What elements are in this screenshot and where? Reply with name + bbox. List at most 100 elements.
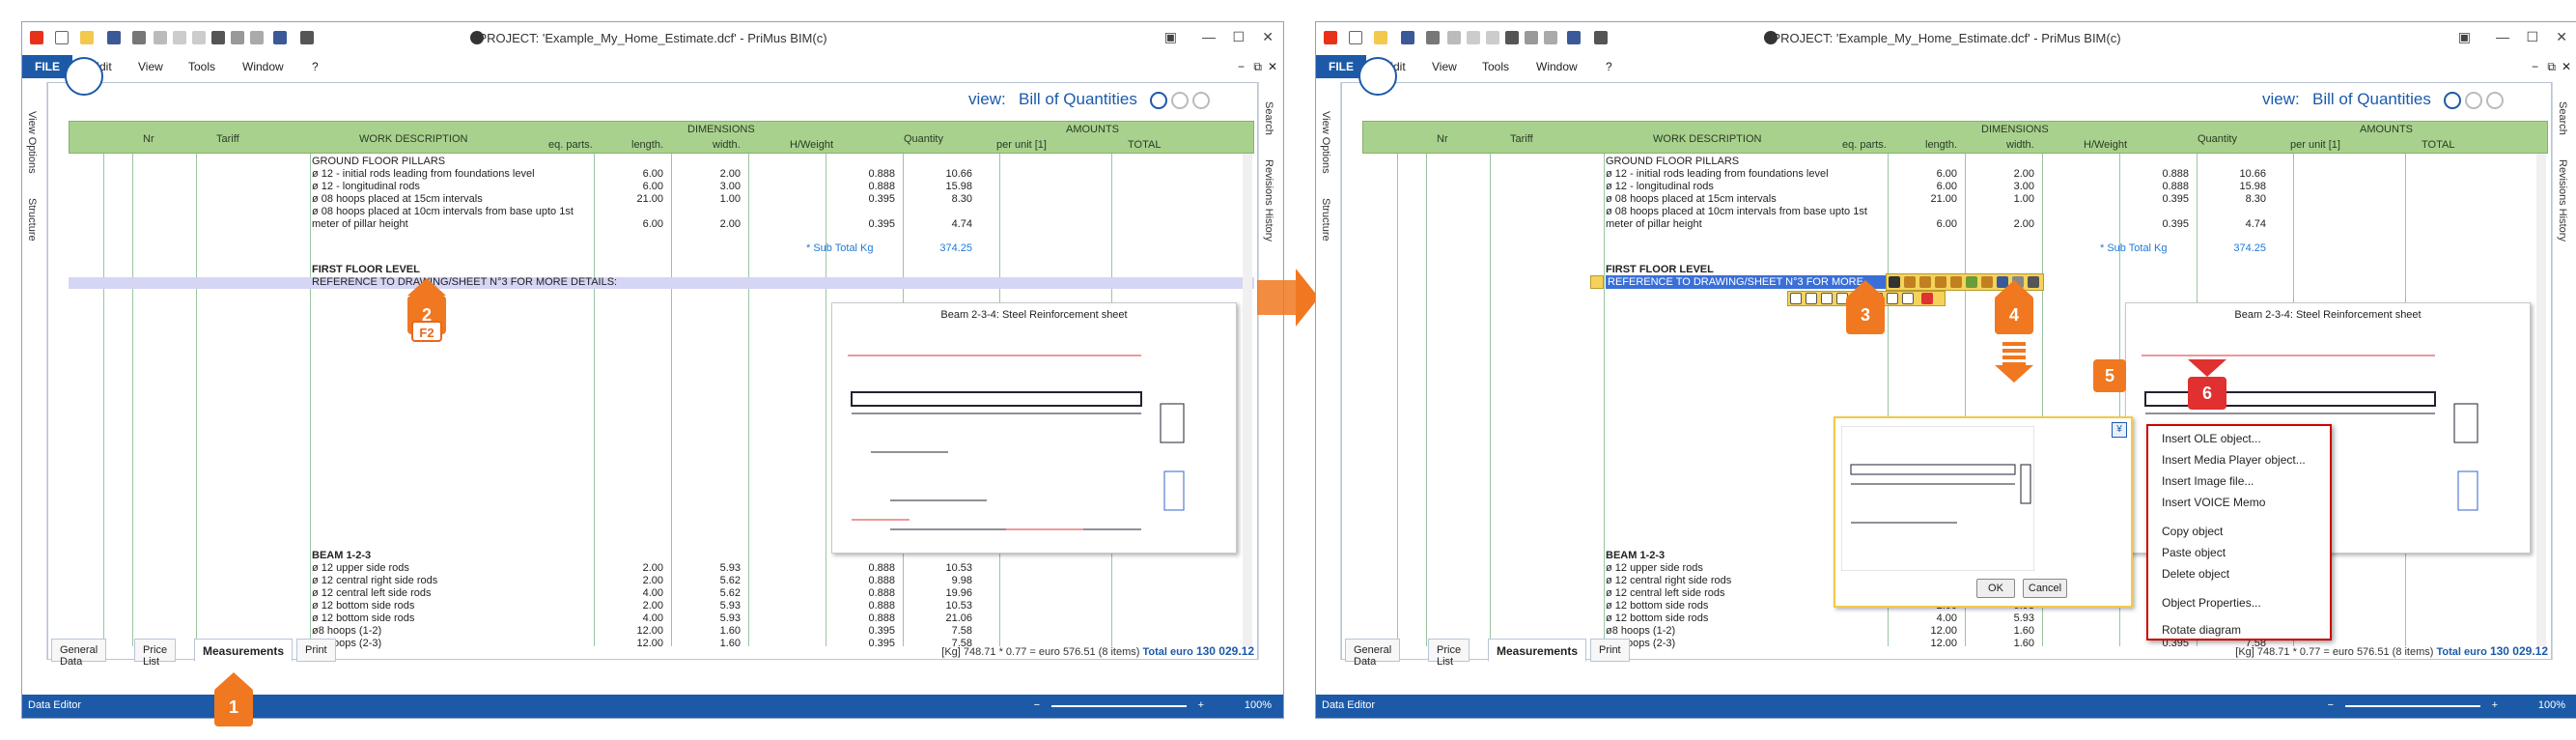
row-hw[interactable]: 0.888	[841, 587, 895, 600]
menu-view[interactable]: View	[138, 60, 163, 73]
menu-object-properties[interactable]: Object Properties...	[2162, 596, 2261, 610]
row-hw[interactable]: 0.395	[841, 638, 895, 650]
minimize-icon[interactable]: —	[2496, 29, 2509, 44]
zoom-slider[interactable]	[1051, 705, 1187, 707]
row-eq[interactable]: 2.00	[609, 562, 663, 575]
row-hw[interactable]: 0.888	[841, 612, 895, 625]
beam-heading[interactable]: BEAM 1-2-3	[1606, 550, 1665, 562]
row-hw[interactable]: 0.888	[2135, 181, 2189, 193]
menu-copy-object[interactable]: Copy object	[2162, 525, 2223, 538]
menu-rotate-diagram[interactable]: Rotate diagram	[2162, 623, 2241, 637]
structure-tab[interactable]: Structure	[26, 198, 38, 242]
tab-price-list[interactable]: Price List	[134, 639, 177, 668]
structure-tab[interactable]: Structure	[1320, 198, 1331, 242]
row-eq[interactable]: 2.00	[609, 600, 663, 612]
row-desc[interactable]: ø 12 bottom side rods	[1606, 600, 1708, 612]
maximize-icon[interactable]: ☐	[2526, 29, 2538, 45]
bookmark-icon[interactable]	[1981, 276, 1993, 288]
book-icon[interactable]	[1358, 57, 1397, 96]
row-len[interactable]: 1.00	[686, 193, 741, 206]
view-lock-icon[interactable]	[2465, 92, 2482, 109]
row-eq[interactable]: 6.00	[609, 218, 663, 231]
row-desc[interactable]: ø 12 central left side rods	[1606, 587, 1725, 600]
row-eq[interactable]: 12.00	[1903, 638, 1957, 650]
row-desc[interactable]: GROUND FLOOR PILLARS	[312, 156, 445, 168]
row-eq[interactable]: 12.00	[609, 638, 663, 650]
row-hw[interactable]: 0.888	[841, 562, 895, 575]
row-desc[interactable]: meter of pillar height	[312, 218, 408, 231]
row-hw[interactable]: 0.395	[841, 625, 895, 638]
image-file-icon[interactable]	[1935, 276, 1946, 288]
row-eq[interactable]: 4.00	[609, 587, 663, 600]
row-eq[interactable]: 6.00	[1903, 218, 1957, 231]
tab-price-list[interactable]: Price List	[1428, 639, 1470, 668]
zoom-out-button[interactable]: −	[2328, 699, 2334, 711]
menu-insert-media-player[interactable]: Insert Media Player object...	[2162, 453, 2306, 467]
doc-minimize-icon[interactable]: −	[1238, 60, 1245, 73]
row-desc[interactable]: ø 12 bottom side rods	[312, 612, 414, 625]
row-eq[interactable]: 21.00	[1903, 193, 1957, 206]
menu-help[interactable]: ?	[1606, 60, 1612, 73]
zoom-slider[interactable]	[2345, 705, 2480, 707]
menu-window[interactable]: Window	[242, 60, 284, 73]
expand-menu-icon[interactable]: ¥	[2112, 422, 2127, 438]
row-eq[interactable]: 4.00	[1903, 612, 1957, 625]
row-len[interactable]: 3.00	[1980, 181, 2034, 193]
selected-row-highlight[interactable]	[69, 277, 1254, 289]
voice-memo-icon[interactable]	[1950, 276, 1962, 288]
beam-heading[interactable]: BEAM 1-2-3	[312, 550, 371, 562]
row-desc[interactable]: GROUND FLOOR PILLARS	[1606, 156, 1739, 168]
row-hw[interactable]: 0.395	[2135, 193, 2189, 206]
tab-general-data[interactable]: General Data	[51, 639, 107, 668]
vertical-scrollbar[interactable]	[2536, 154, 2546, 646]
row-len[interactable]: 5.93	[1980, 612, 2034, 625]
row-len[interactable]: 2.00	[686, 168, 741, 181]
row-desc[interactable]: ø 12 upper side rods	[312, 562, 409, 575]
row-desc[interactable]: ø 08 hoops placed at 15cm intervals	[312, 193, 483, 206]
tab-measurements[interactable]: Measurements	[194, 639, 294, 662]
book-icon[interactable]	[65, 57, 103, 96]
tab-measurements[interactable]: Measurements	[1488, 639, 1587, 662]
row-len[interactable]: 5.62	[686, 587, 741, 600]
menu-delete-object[interactable]: Delete object	[2162, 567, 2229, 581]
row-len[interactable]: 2.00	[686, 218, 741, 231]
menu-insert-voice-memo[interactable]: Insert VOICE Memo	[2162, 496, 2265, 509]
view-close-icon[interactable]	[2486, 92, 2504, 109]
revisions-history-tab[interactable]: Revisions History	[1263, 159, 1274, 242]
row-desc[interactable]: ø 12 central right side rods	[1606, 575, 1731, 587]
row-len[interactable]: 2.00	[1980, 218, 2034, 231]
ok-button[interactable]: OK	[1976, 579, 2015, 598]
row-eq[interactable]: 6.00	[609, 168, 663, 181]
view-eye-icon[interactable]	[2444, 92, 2461, 109]
search-tab[interactable]: Search	[2557, 101, 2568, 135]
view-lock-icon[interactable]	[1171, 92, 1189, 109]
ole-object-icon[interactable]	[1904, 276, 1916, 288]
row-hw[interactable]: 0.395	[2135, 218, 2189, 231]
row-desc[interactable]: ø 12 - longitudinal rods	[1606, 181, 1714, 193]
doc-close-icon[interactable]: ✕	[1268, 60, 1277, 73]
row-hw[interactable]: 0.888	[841, 600, 895, 612]
row-len[interactable]: 1.00	[1980, 193, 2034, 206]
search-tab[interactable]: Search	[1263, 101, 1274, 135]
row-len[interactable]: 5.93	[686, 562, 741, 575]
row-len[interactable]: 2.00	[1980, 168, 2034, 181]
maximize-icon[interactable]: ☐	[1232, 29, 1245, 45]
menu-help[interactable]: ?	[312, 60, 319, 73]
menu-insert-ole[interactable]: Insert OLE object...	[2162, 432, 2261, 445]
view-options-tab[interactable]: View Options	[1320, 111, 1331, 174]
close-icon[interactable]: ✕	[1262, 29, 1274, 45]
row-len[interactable]: 3.00	[686, 181, 741, 193]
row-desc[interactable]: ø 08 hoops placed at 10cm intervals from…	[1606, 206, 1867, 218]
cancel-button[interactable]: Cancel	[2023, 579, 2067, 598]
row-hw[interactable]: 0.395	[841, 218, 895, 231]
menu-window[interactable]: Window	[1536, 60, 1578, 73]
tab-print[interactable]: Print	[1590, 639, 1630, 662]
row-desc[interactable]: ø 12 bottom side rods	[312, 600, 414, 612]
row-eq[interactable]: 2.00	[609, 575, 663, 587]
row-eq[interactable]: 6.00	[1903, 168, 1957, 181]
row-hw[interactable]: 0.888	[841, 168, 895, 181]
first-floor-heading[interactable]: FIRST FLOOR LEVEL	[312, 264, 420, 276]
doc-restore-icon[interactable]: ⧉	[1253, 60, 1262, 74]
row-len[interactable]: 1.60	[1980, 638, 2034, 650]
row-len[interactable]: 5.93	[686, 600, 741, 612]
